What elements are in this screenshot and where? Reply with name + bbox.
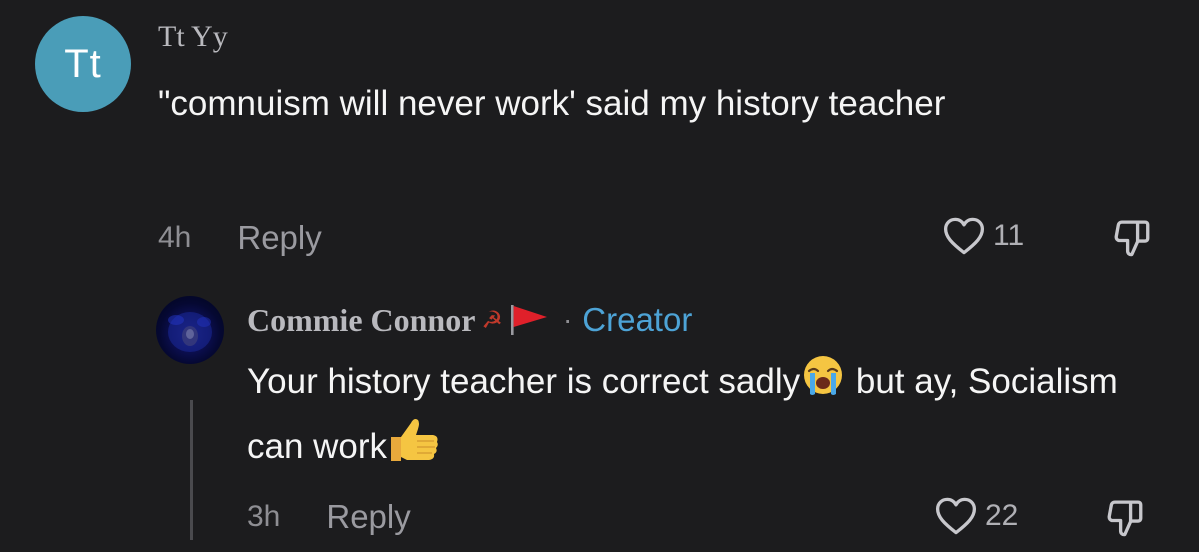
loudly-crying-face-icon [800,352,846,415]
thread-line [190,400,193,540]
comment-timestamp: 4h [158,221,192,254]
reply-meta: 3h Reply [247,497,411,537]
creator-avatar[interactable] [156,296,224,364]
hammer-sickle-icon: ☭ [481,306,503,334]
avatar-initials: Tt [64,41,102,86]
heart-outline-icon [943,216,985,256]
reply-button[interactable]: Reply [326,498,410,536]
creator-badge: Creator [582,301,693,338]
thumbs-down-icon [1103,496,1147,538]
heart-outline-icon [935,496,977,536]
reply-timestamp: 3h [247,500,281,533]
avatar[interactable]: Tt [35,16,131,112]
reply-text: Your history teacher is correct sadly bu… [247,352,1177,482]
creator-username[interactable]: Commie Connor [247,302,475,339]
thumbs-up-icon [387,415,441,482]
like-count: 22 [985,499,1019,532]
dislike-button[interactable] [1103,496,1147,538]
separator-dot: · [562,304,573,335]
dislike-button[interactable] [1110,216,1154,258]
comment-username[interactable]: Tt Yy [158,20,228,54]
thumbs-down-icon [1110,216,1154,258]
like-count: 11 [993,219,1025,252]
comment-text: "comnuism will never work' said my histo… [158,84,946,123]
comment-meta: 4h Reply [158,218,322,258]
reply-text-part1: Your history teacher is correct sadly [247,362,801,401]
like-button[interactable]: 22 [935,496,1018,536]
reply-button[interactable]: Reply [237,219,321,257]
red-flag-icon [509,303,549,337]
like-button[interactable]: 11 [943,216,1024,256]
reply-header: Commie Connor ☭ · Creator [247,298,692,342]
